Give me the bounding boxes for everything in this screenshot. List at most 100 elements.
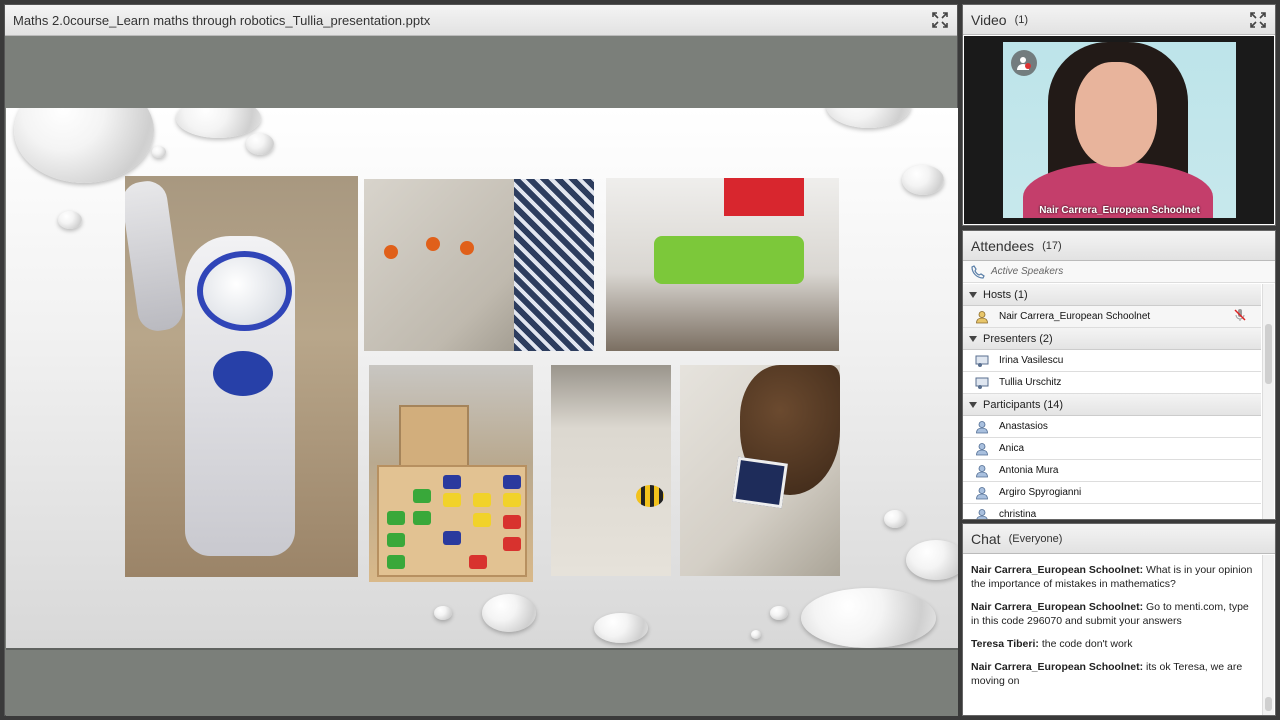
video-count: (1) bbox=[1014, 13, 1029, 26]
robot-head bbox=[197, 251, 292, 331]
video-pod-title: Video bbox=[971, 11, 1007, 28]
water-drop-decoration bbox=[434, 606, 452, 620]
attendee-row[interactable]: Irina Vasilescu bbox=[963, 350, 1261, 372]
water-drop-decoration bbox=[482, 594, 536, 632]
webcam-feed[interactable]: Nair Carrera_European Schoolnet bbox=[1003, 42, 1236, 218]
chat-text: the code don't work bbox=[1038, 638, 1133, 650]
water-drop-decoration bbox=[152, 146, 166, 158]
participant-user-icon bbox=[975, 508, 989, 519]
photo-cubetto-board bbox=[369, 365, 533, 582]
participant-user-icon bbox=[975, 420, 989, 434]
fullscreen-button[interactable] bbox=[931, 11, 949, 29]
video-feed-area: Nair Carrera_European Schoolnet bbox=[964, 36, 1274, 224]
scrollbar-thumb[interactable] bbox=[1265, 697, 1272, 711]
chat-message: Nair Carrera_European Schoolnet: What is… bbox=[971, 563, 1253, 591]
coding-block bbox=[473, 513, 491, 527]
collapse-triangle-icon bbox=[969, 291, 977, 298]
share-pod: Maths 2.0course_Learn maths through robo… bbox=[4, 4, 958, 716]
photo-bee-bot bbox=[551, 365, 671, 576]
orange bbox=[460, 241, 474, 255]
attendee-row[interactable]: Anica bbox=[963, 438, 1261, 460]
attendee-name: Anastasios bbox=[999, 421, 1048, 432]
video-pod-header: Video (1) bbox=[963, 5, 1275, 35]
orange bbox=[384, 245, 398, 259]
chat-messages: Nair Carrera_European Schoolnet: What is… bbox=[963, 555, 1261, 715]
cubetto-robot bbox=[399, 405, 469, 470]
group-hosts-label: Hosts (1) bbox=[983, 288, 1028, 301]
coding-block bbox=[387, 555, 405, 569]
chat-pod-header: Chat (Everyone) bbox=[963, 524, 1275, 554]
chat-message: Nair Carrera_European Schoolnet: Go to m… bbox=[971, 600, 1253, 628]
water-drop-decoration bbox=[246, 133, 274, 155]
water-drop-decoration bbox=[902, 165, 944, 195]
bee-bot-robot bbox=[636, 485, 664, 507]
attendees-pod-header: Attendees (17) bbox=[963, 231, 1275, 261]
participant-user-icon bbox=[975, 464, 989, 478]
attendee-row[interactable]: Argiro Spyrogianni bbox=[963, 482, 1261, 504]
muted-microphone-icon bbox=[1233, 308, 1247, 325]
chat-sender: Teresa Tiberi: bbox=[971, 638, 1039, 650]
attendee-row[interactable]: Antonia Mura bbox=[963, 460, 1261, 482]
attendee-name: Argiro Spyrogianni bbox=[999, 487, 1082, 498]
presenter-status-icon bbox=[1011, 50, 1037, 76]
share-pod-title: Maths 2.0course_Learn maths through robo… bbox=[13, 12, 431, 28]
robot-chest bbox=[213, 351, 273, 396]
robot-arm bbox=[125, 178, 186, 334]
water-drop-decoration bbox=[176, 108, 261, 138]
video-pod: Video (1) Nair Carrera_European Schoolne… bbox=[962, 4, 1276, 226]
chat-pod-title: Chat bbox=[971, 530, 1001, 547]
collapse-triangle-icon bbox=[969, 401, 977, 408]
coding-block bbox=[503, 475, 521, 489]
tablet bbox=[732, 456, 788, 509]
attendees-scrollbar[interactable] bbox=[1262, 284, 1274, 519]
attendee-row[interactable]: christina bbox=[963, 504, 1261, 519]
attendee-row[interactable]: Anastasios bbox=[963, 416, 1261, 438]
video-fullscreen-button[interactable] bbox=[1249, 11, 1267, 29]
red-box bbox=[724, 178, 804, 216]
fullscreen-icon bbox=[1250, 11, 1266, 28]
coding-block bbox=[413, 511, 431, 525]
attendee-name: Anica bbox=[999, 443, 1025, 454]
presenter-face bbox=[1075, 62, 1157, 167]
attendee-name: Antonia Mura bbox=[999, 465, 1059, 476]
coding-block bbox=[443, 531, 461, 545]
attendee-row[interactable]: Tullia Urschitz bbox=[963, 372, 1261, 394]
participant-user-icon bbox=[975, 486, 989, 500]
share-pod-footer bbox=[6, 648, 958, 716]
photo-makey-makey-oranges bbox=[364, 179, 594, 351]
water-drop-decoration bbox=[884, 510, 906, 528]
presenter-icon bbox=[975, 376, 989, 390]
group-participants[interactable]: Participants (14) bbox=[963, 394, 1261, 416]
attendees-list: Hosts (1) Nair Carrera_European Schoolne… bbox=[963, 284, 1261, 519]
group-presenters-label: Presenters (2) bbox=[983, 332, 1053, 345]
group-presenters[interactable]: Presenters (2) bbox=[963, 328, 1261, 350]
chat-message: Teresa Tiberi: the code don't work bbox=[971, 637, 1253, 651]
cubetto-board bbox=[377, 465, 527, 577]
water-drop-decoration bbox=[58, 211, 82, 229]
attendee-name: Irina Vasilescu bbox=[999, 355, 1064, 366]
attendee-row[interactable]: Nair Carrera_European Schoolnet bbox=[963, 306, 1261, 328]
water-drop-decoration bbox=[594, 613, 648, 643]
fullscreen-icon bbox=[932, 12, 948, 28]
coding-block bbox=[443, 493, 461, 507]
scrollbar-thumb[interactable] bbox=[1265, 324, 1272, 384]
coding-block bbox=[387, 533, 405, 547]
phone-icon bbox=[971, 264, 985, 279]
collapse-triangle-icon bbox=[969, 335, 977, 342]
participant-user-icon bbox=[975, 442, 989, 456]
active-speakers-label: Active Speakers bbox=[991, 266, 1064, 277]
water-drop-decoration bbox=[14, 108, 154, 183]
group-hosts[interactable]: Hosts (1) bbox=[963, 284, 1261, 306]
attendee-name: christina bbox=[999, 509, 1037, 519]
water-drop-decoration bbox=[770, 606, 788, 620]
chat-sender: Nair Carrera_European Schoolnet: bbox=[971, 564, 1144, 576]
active-speakers-bar: Active Speakers bbox=[963, 261, 1275, 283]
coding-block bbox=[503, 515, 521, 529]
attendee-name: Nair Carrera_European Schoolnet bbox=[999, 311, 1151, 322]
chat-sender: Nair Carrera_European Schoolnet: bbox=[971, 601, 1144, 613]
chat-scrollbar[interactable] bbox=[1262, 555, 1274, 715]
child-sleeve bbox=[514, 179, 594, 351]
attendees-pod: Attendees (17) Active Speakers Hosts (1)… bbox=[962, 230, 1276, 520]
attendee-name: Tullia Urschitz bbox=[999, 377, 1062, 388]
coding-block bbox=[413, 489, 431, 503]
